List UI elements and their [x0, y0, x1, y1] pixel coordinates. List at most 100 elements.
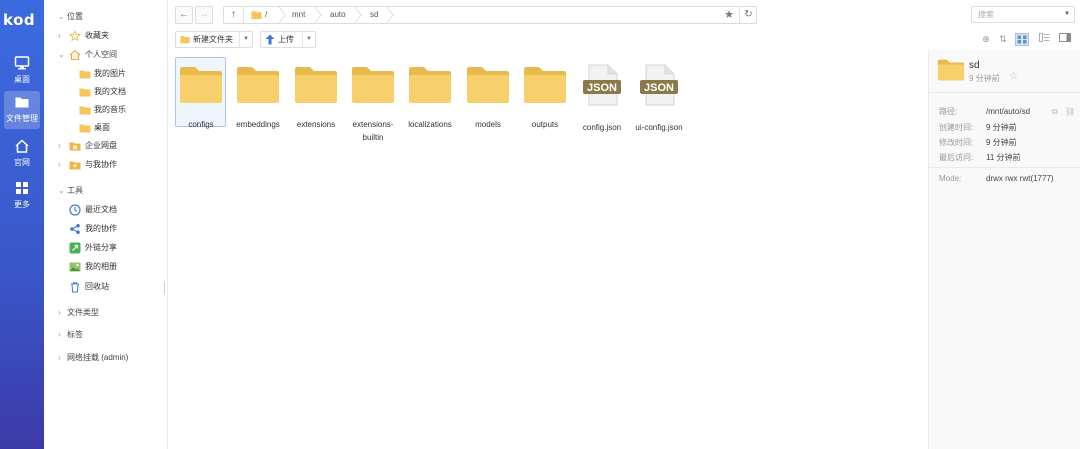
chevron-down-icon[interactable]: ▼ [1064, 7, 1070, 22]
upload-label: 上传 [278, 35, 294, 44]
folder-icon [15, 97, 29, 108]
folder-icon [937, 59, 965, 81]
folder-item[interactable]: models [463, 60, 513, 131]
tree-section-label: 标签 [67, 330, 83, 339]
arrow-up-icon: ↑ [231, 9, 236, 20]
breadcrumb-mnt[interactable]: mnt [292, 7, 305, 23]
chevron-right-icon: › [58, 141, 61, 150]
sort-icon[interactable]: ⇅ [996, 33, 1010, 46]
breadcrumb-sd[interactable]: sd [370, 7, 378, 23]
tree-item-label: 个人空间 [85, 50, 117, 59]
tree-section-network-mount[interactable]: › 网络挂载 (admin) [44, 350, 168, 366]
rail-item-more[interactable]: 更多 [0, 177, 44, 215]
file-item[interactable]: JSON config.json [577, 60, 627, 134]
arrow-right-icon: → [199, 9, 209, 20]
copy-icon[interactable]: ⧉ [1052, 107, 1058, 117]
link-share-icon [69, 242, 81, 254]
tree-section-file-types[interactable]: › 文件类型 [44, 305, 168, 321]
home-icon [69, 49, 81, 60]
file-name: extensions-builtin [352, 120, 394, 142]
folder-icon [352, 67, 394, 103]
folder-item[interactable]: extensions-builtin [348, 60, 398, 144]
chevron-down-icon: ⌄ [58, 12, 65, 21]
tree-section-location[interactable]: ⌄ 位置 [44, 9, 168, 25]
folder-icon [79, 88, 91, 97]
file-name: models [475, 120, 501, 129]
folder-item[interactable]: embeddings [233, 60, 283, 131]
upload-button[interactable]: 上传 ▼ [260, 31, 316, 48]
rail-item-desktop[interactable]: 桌面 [0, 52, 44, 90]
breadcrumb-separator [314, 7, 322, 23]
breadcrumb-auto[interactable]: auto [330, 7, 346, 23]
folder-icon [467, 67, 509, 103]
tree-section-tags[interactable]: › 标签 [44, 327, 168, 343]
tree-item-personal-space[interactable]: ⌄ 个人空间 [44, 47, 168, 63]
rail-item-label: 官网 [14, 158, 30, 167]
new-folder-button[interactable]: 新建文件夹 ▼ [175, 31, 253, 48]
folder-item[interactable]: localizations [405, 60, 455, 131]
breadcrumb-separator [354, 7, 362, 23]
icon-view-button[interactable] [1015, 33, 1029, 46]
breadcrumb-separator [278, 7, 286, 23]
tree-item-collab-with-me[interactable]: › 与我协作 [44, 157, 168, 173]
folder-item[interactable]: extensions [291, 60, 341, 131]
tree-scrollbar[interactable] [164, 282, 165, 294]
chevron-down-icon: ⌄ [58, 186, 65, 195]
tree-item-my-documents[interactable]: 我的文档 [44, 84, 168, 100]
list-view-button[interactable] [1037, 33, 1051, 46]
tree-item-enterprise-disk[interactable]: › 企业网盘 [44, 138, 168, 154]
chevron-down-icon[interactable]: ▼ [239, 32, 252, 47]
rail-item-label: 更多 [14, 200, 30, 209]
folder-item[interactable]: configs [176, 60, 226, 131]
file-name: extensions [296, 120, 336, 129]
prop-key: 创建时间: [939, 123, 974, 132]
rail-item-file-manager[interactable]: 文件管理 [4, 91, 40, 129]
tree-item-link-share[interactable]: 外链分享 [44, 240, 168, 256]
prop-value: drwx rwx rwt(1777) [986, 174, 1054, 183]
tree-item-desktop[interactable]: 桌面 [44, 120, 168, 136]
rail-item-website[interactable]: 官网 [0, 135, 44, 173]
tree-item-recent-docs[interactable]: 最近文档 [44, 202, 168, 218]
tree-item-recycle-bin[interactable]: 回收站 [44, 279, 168, 295]
trash-icon [71, 282, 79, 293]
tree-item-label: 我的音乐 [94, 105, 126, 114]
prop-value[interactable]: /mnt/auto/sd [986, 107, 1030, 117]
detail-view-button[interactable] [1058, 33, 1072, 46]
file-name: ui-config.json [635, 123, 683, 132]
tree-section-label: 位置 [67, 12, 83, 21]
tree-section-label: 网络挂载 (admin) [67, 353, 129, 362]
folder-icon [237, 67, 279, 103]
star-icon[interactable]: ☆ [1009, 71, 1018, 82]
up-directory-button[interactable]: ↑ [224, 7, 244, 23]
zoom-icon[interactable]: ⊕ [979, 33, 993, 46]
chevron-right-icon: › [58, 353, 61, 362]
refresh-button[interactable]: ↻ [739, 7, 757, 23]
tree-item-my-music[interactable]: 我的音乐 [44, 102, 168, 118]
address-bar[interactable]: ↑ / mnt auto sd ★ ↻ [223, 6, 757, 24]
link-icon[interactable]: ⛓ [1065, 107, 1075, 117]
back-button[interactable]: ← [175, 6, 193, 24]
folder-icon [79, 124, 91, 133]
tree-item-my-collab[interactable]: 我的协作 [44, 221, 168, 237]
sidebar-tree: ⌄ 位置 › 收藏夹 ⌄ 个人空间 我的图片 我的文档 我的音乐 桌面 › 企业… [44, 0, 168, 449]
chevron-down-icon[interactable]: ▼ [302, 32, 315, 47]
file-name: configs [188, 120, 214, 129]
file-name: localizations [408, 120, 452, 129]
file-name: outputs [531, 120, 559, 129]
prop-value: 9 分钟前 [986, 123, 1017, 132]
forward-button[interactable]: → [195, 6, 213, 24]
new-folder-label: 新建文件夹 [193, 35, 233, 44]
search-input[interactable]: 搜索 ▼ [971, 6, 1075, 23]
prop-key: 最后访问: [939, 153, 974, 162]
file-item[interactable]: JSON ui-config.json [634, 60, 684, 134]
tree-item-my-album[interactable]: 我的相册 [44, 259, 168, 275]
tree-section-tools[interactable]: ⌄ 工具 [44, 183, 168, 199]
folder-item[interactable]: outputs [520, 60, 570, 131]
tree-item-my-pictures[interactable]: 我的图片 [44, 66, 168, 82]
app-logo: kod [3, 11, 36, 29]
favorite-star-button[interactable]: ★ [720, 7, 738, 23]
breadcrumb-root[interactable]: / [265, 7, 267, 23]
tree-item-favorites[interactable]: › 收藏夹 [44, 28, 168, 44]
breadcrumb-separator [386, 7, 394, 23]
json-file-icon: JSON [640, 64, 678, 106]
